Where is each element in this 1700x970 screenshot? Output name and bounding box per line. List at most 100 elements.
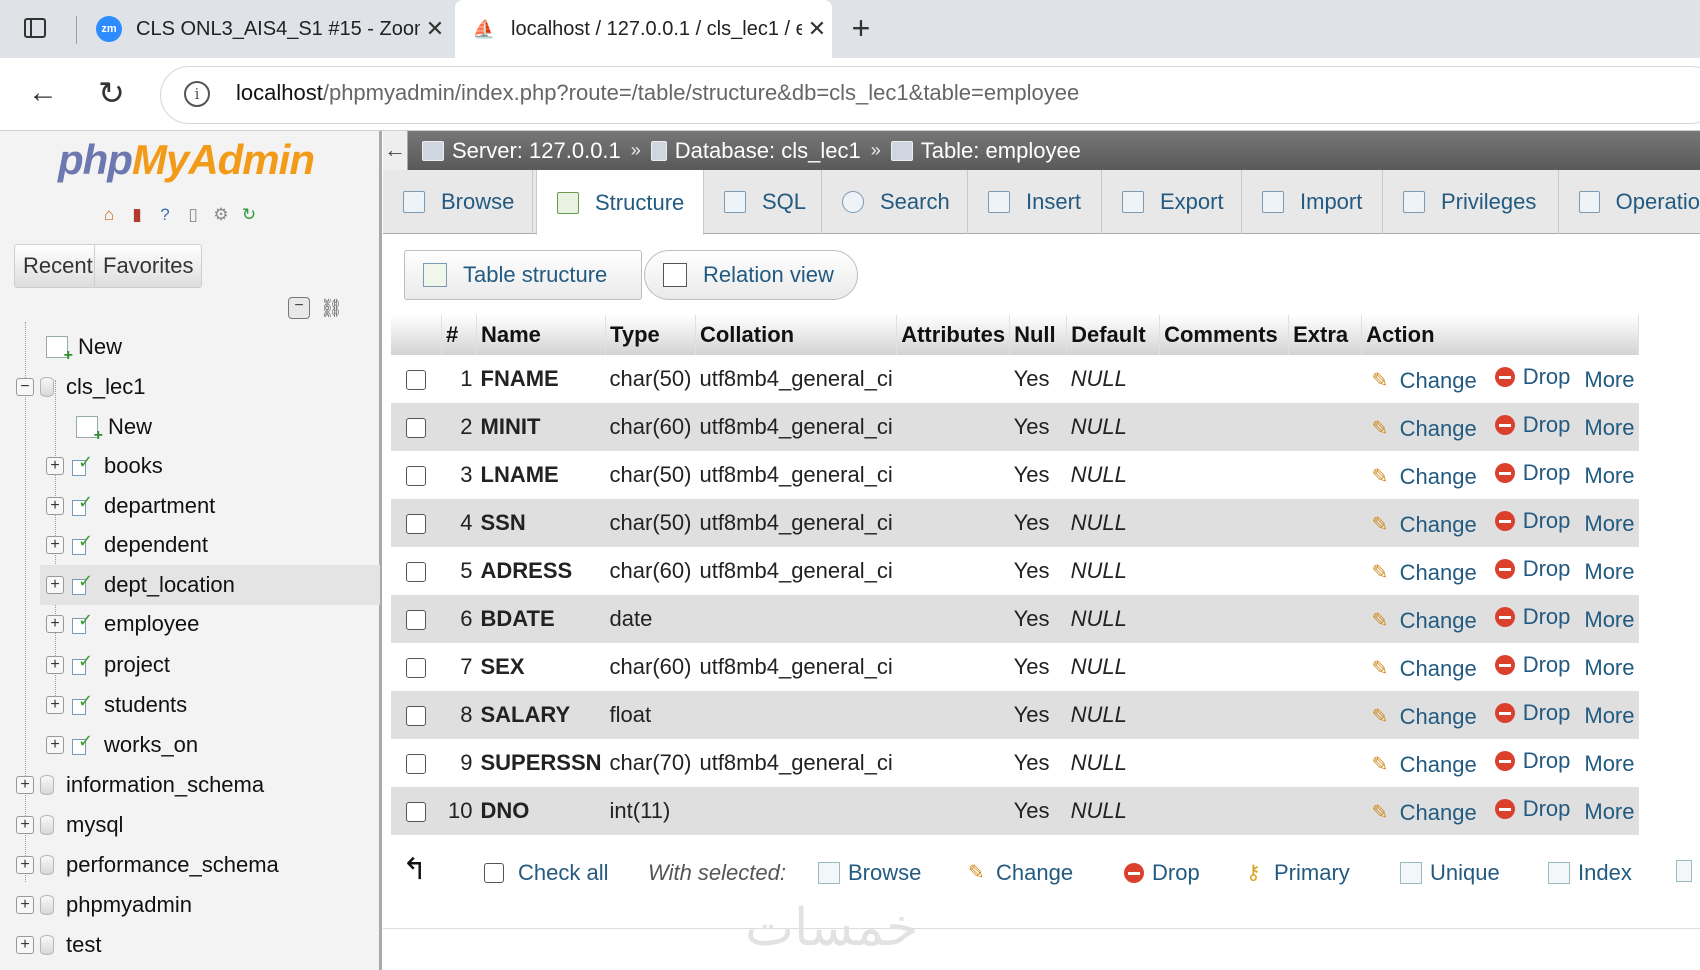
help-icon[interactable]: ? — [154, 204, 176, 226]
tree-item-project[interactable]: + project — [46, 646, 170, 684]
row-checkbox[interactable] — [406, 514, 427, 535]
drop-link[interactable]: Drop — [1477, 508, 1570, 534]
change-link[interactable]: ✎ Change — [1372, 800, 1477, 826]
expand-icon[interactable]: + — [16, 896, 34, 914]
new-tab-button[interactable]: + — [842, 10, 880, 48]
tab-search[interactable]: Search — [822, 170, 968, 234]
expand-icon[interactable]: + — [46, 497, 64, 515]
home-icon[interactable]: ⌂ — [98, 204, 120, 226]
expand-icon[interactable]: + — [46, 536, 64, 554]
check-all-checkbox[interactable] — [484, 863, 504, 883]
row-checkbox[interactable] — [406, 610, 427, 631]
row-checkbox[interactable] — [406, 370, 427, 391]
row-checkbox[interactable] — [406, 466, 427, 487]
bulk-change-button[interactable]: ✎ Change — [968, 860, 1073, 886]
tree-item-dependent[interactable]: + dependent — [46, 526, 208, 564]
tab-export[interactable]: Export — [1102, 170, 1242, 234]
tree-item-mysql[interactable]: + mysql — [16, 806, 123, 844]
more-dropdown[interactable]: More — [1584, 703, 1634, 729]
table-row[interactable]: 7 SEX char(60) utf8mb4_general_ci Yes NULL ✎ Ch… — [391, 643, 1639, 691]
tree-item-new-db[interactable]: New — [46, 328, 122, 366]
check-all-label[interactable]: Check all — [518, 860, 608, 886]
breadcrumb-table[interactable]: Table: employee — [921, 138, 1081, 164]
row-checkbox[interactable] — [406, 706, 427, 727]
phpmyadmin-logo[interactable]: phpMyAdmin — [58, 136, 315, 184]
col-comments[interactable]: Comments — [1159, 315, 1290, 355]
table-row[interactable]: 9 SUPERSSN char(70) utf8mb4_general_ci Yes NU… — [391, 739, 1639, 787]
subtab-relation-view[interactable]: Relation view — [644, 250, 858, 300]
drop-link[interactable]: Drop — [1477, 796, 1570, 822]
change-link[interactable]: ✎ Change — [1372, 656, 1477, 682]
browser-tab-phpmyadmin[interactable]: ⛵ localhost / 127.0.0.1 / cls_lec1 / er … — [455, 0, 832, 58]
tree-item-employee[interactable]: + employee — [46, 605, 199, 643]
row-checkbox[interactable] — [406, 658, 427, 679]
change-link[interactable]: ✎ Change — [1372, 464, 1477, 490]
table-row[interactable]: 6 BDATE date Yes NULL ✎ Change Drop More — [391, 595, 1639, 643]
expand-icon[interactable]: + — [46, 457, 64, 475]
refresh-icon[interactable]: ↻ — [238, 204, 260, 226]
col-attributes[interactable]: Attributes — [896, 315, 1011, 355]
drop-link[interactable]: Drop — [1477, 748, 1570, 774]
tree-item-works-on[interactable]: + works_on — [46, 726, 198, 764]
row-checkbox[interactable] — [406, 802, 427, 823]
bulk-drop-button[interactable]: Drop — [1124, 860, 1200, 886]
back-arrow-icon[interactable]: ← — [28, 76, 58, 110]
tree-item-department[interactable]: + department — [46, 487, 215, 525]
tree-item-information-schema[interactable]: + information_schema — [16, 766, 264, 804]
collapse-nav-arrow-icon[interactable]: ← — [383, 131, 408, 170]
col-null[interactable]: Null — [1009, 315, 1068, 355]
close-tab-icon[interactable]: ✕ — [802, 16, 832, 42]
drop-link[interactable]: Drop — [1477, 604, 1570, 630]
table-row[interactable]: 1 FNAME char(50) utf8mb4_general_ci Yes NULL ✎… — [391, 355, 1639, 403]
tab-browse[interactable]: Browse — [383, 170, 533, 234]
more-dropdown[interactable]: More — [1584, 799, 1634, 825]
collapse-all-icon[interactable]: − — [288, 297, 310, 319]
change-link[interactable]: ✎ Change — [1372, 752, 1477, 778]
tab-privileges[interactable]: Privileges — [1383, 170, 1559, 234]
docs-icon[interactable]: ▯ — [182, 204, 204, 226]
more-dropdown[interactable]: More — [1584, 607, 1634, 633]
site-info-icon[interactable]: i — [184, 81, 210, 107]
change-link[interactable]: ✎ Change — [1372, 560, 1477, 586]
drop-link[interactable]: Drop — [1477, 556, 1570, 582]
table-row[interactable]: 3 LNAME char(50) utf8mb4_general_ci Yes NULL ✎… — [391, 451, 1639, 499]
more-dropdown[interactable]: More — [1584, 655, 1634, 681]
bulk-index-button[interactable]: Index — [1548, 860, 1632, 886]
change-link[interactable]: ✎ Change — [1372, 704, 1477, 730]
drop-link[interactable]: Drop — [1477, 700, 1570, 726]
expand-icon[interactable]: + — [16, 816, 34, 834]
col-name[interactable]: Name — [476, 315, 607, 355]
bulk-unique-button[interactable]: Unique — [1400, 860, 1500, 886]
change-link[interactable]: ✎ Change — [1372, 416, 1477, 442]
col-number[interactable]: # — [441, 315, 477, 355]
more-dropdown[interactable]: More — [1584, 511, 1634, 537]
more-dropdown[interactable]: More — [1584, 415, 1634, 441]
bulk-primary-button[interactable]: ⚷ Primary — [1246, 860, 1350, 886]
change-link[interactable]: ✎ Change — [1372, 512, 1477, 538]
expand-icon[interactable]: + — [16, 856, 34, 874]
tab-sql[interactable]: SQL — [704, 170, 822, 234]
col-collation[interactable]: Collation — [695, 315, 898, 355]
expand-icon[interactable]: + — [46, 576, 64, 594]
col-type[interactable]: Type — [605, 315, 696, 355]
tree-item-students[interactable]: + students — [46, 686, 187, 724]
tab-insert[interactable]: Insert — [968, 170, 1102, 234]
row-checkbox[interactable] — [406, 562, 427, 583]
tree-item-phpmyadmin[interactable]: + phpmyadmin — [16, 886, 192, 924]
url-text[interactable]: localhost/phpmyadmin/index.php?route=/ta… — [236, 80, 1079, 106]
logout-icon[interactable]: ▮ — [126, 204, 148, 226]
expand-icon[interactable]: + — [16, 776, 34, 794]
tree-item-books[interactable]: + books — [46, 447, 163, 485]
more-dropdown[interactable]: More — [1584, 559, 1634, 585]
reload-icon[interactable]: ↻ — [98, 74, 125, 112]
tree-item-test[interactable]: + test — [16, 926, 101, 964]
gear-icon[interactable]: ⚙ — [210, 204, 232, 226]
tab-import[interactable]: Import — [1242, 170, 1383, 234]
link-icon[interactable]: ⛓ — [320, 298, 343, 319]
favorites-button[interactable]: Favorites — [94, 244, 203, 288]
change-link[interactable]: ✎ Change — [1372, 608, 1477, 634]
row-checkbox[interactable] — [406, 418, 427, 439]
tree-item-performance-schema[interactable]: + performance_schema — [16, 846, 279, 884]
subtab-table-structure[interactable]: Table structure — [404, 250, 642, 300]
expand-icon[interactable]: + — [46, 615, 64, 633]
